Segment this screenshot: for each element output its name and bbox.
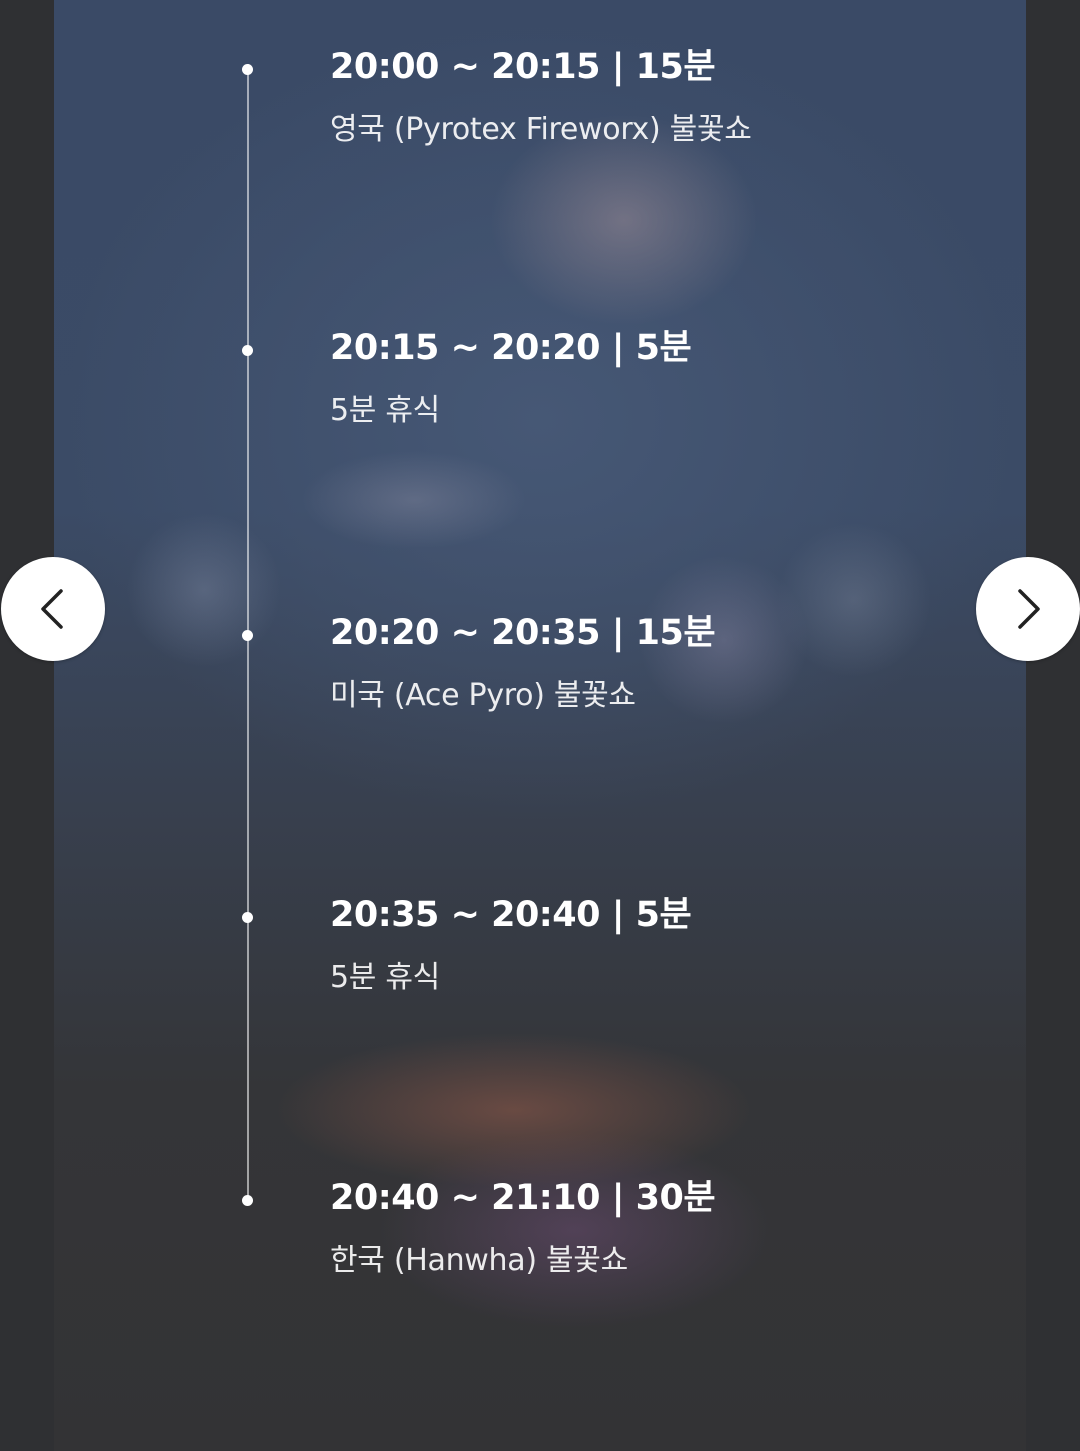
entry-description: 5분 휴식 [330, 393, 440, 428]
entry-time: 20:15 ~ 20:20 | 5분 [330, 328, 692, 368]
timeline-entry: 20:20 ~ 20:35 | 15분 미국 (Ace Pyro) 불꽃쇼 [54, 613, 1026, 750]
timeline-dot [242, 345, 253, 356]
timeline-entry: 20:00 ~ 20:15 | 15분 영국 (Pyrotex Fireworx… [54, 47, 1026, 184]
next-button[interactable] [976, 557, 1080, 661]
schedule-panel: 20:00 ~ 20:15 | 15분 영국 (Pyrotex Fireworx… [54, 0, 1026, 1451]
previous-button[interactable] [1, 557, 105, 661]
chevron-left-icon [41, 589, 63, 629]
page: 20:00 ~ 20:15 | 15분 영국 (Pyrotex Fireworx… [0, 0, 1080, 1451]
entry-time: 20:00 ~ 20:15 | 15분 [330, 47, 716, 87]
timeline-dot [242, 1195, 253, 1206]
entry-time: 20:35 ~ 20:40 | 5분 [330, 895, 692, 935]
chevron-right-icon [1018, 589, 1040, 629]
timeline-dot [242, 64, 253, 75]
entry-description: 한국 (Hanwha) 불꽃쇼 [330, 1243, 628, 1278]
timeline-entry: 20:40 ~ 21:10 | 30분 한국 (Hanwha) 불꽃쇼 [54, 1178, 1026, 1315]
timeline-dot [242, 912, 253, 923]
timeline-entry: 20:15 ~ 20:20 | 5분 5분 휴식 [54, 328, 1026, 465]
entry-time: 20:40 ~ 21:10 | 30분 [330, 1178, 716, 1218]
timeline-dot [242, 630, 253, 641]
entry-time: 20:20 ~ 20:35 | 15분 [330, 613, 716, 653]
entry-description: 영국 (Pyrotex Fireworx) 불꽃쇼 [330, 112, 752, 147]
timeline-entry: 20:35 ~ 20:40 | 5분 5분 휴식 [54, 895, 1026, 1032]
entry-description: 5분 휴식 [330, 960, 440, 995]
entry-description: 미국 (Ace Pyro) 불꽃쇼 [330, 678, 636, 713]
